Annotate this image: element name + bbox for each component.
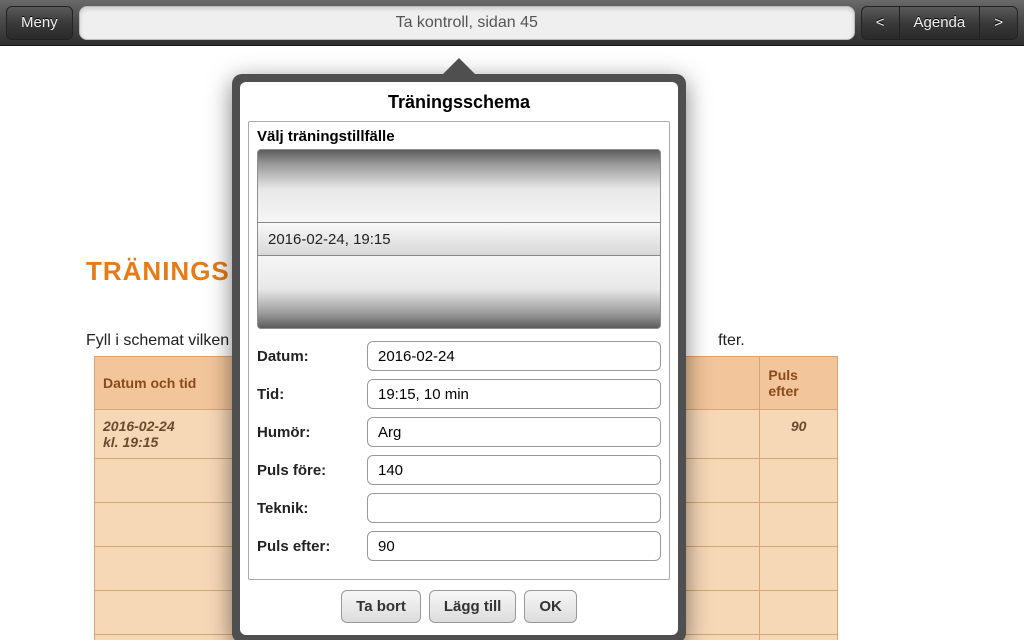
page-content: TRÄNINGS Fyll i schemat vilken fter. Dat… bbox=[0, 46, 1024, 640]
desc-right: fter. bbox=[718, 332, 745, 349]
pulsfore-input[interactable] bbox=[367, 455, 661, 485]
agenda-button[interactable]: Agenda bbox=[899, 6, 980, 40]
desc-left: Fyll i schemat vilken bbox=[86, 332, 229, 349]
teknik-input[interactable] bbox=[367, 493, 661, 523]
teknik-label: Teknik: bbox=[257, 500, 357, 517]
next-button[interactable]: > bbox=[979, 6, 1018, 40]
nav-button-group: < Agenda > bbox=[861, 6, 1018, 40]
pulsefter-input[interactable] bbox=[367, 531, 661, 561]
cell-time: kl. 19:15 bbox=[103, 434, 158, 450]
col-puls-efter: Puls efter bbox=[760, 357, 838, 410]
humor-input[interactable] bbox=[367, 417, 661, 447]
ok-button[interactable]: OK bbox=[524, 590, 577, 623]
popover: Träningsschema Välj träningstillfälle 20… bbox=[232, 60, 686, 640]
popover-arrow-icon bbox=[441, 58, 477, 76]
modal-title: Träningsschema bbox=[248, 92, 670, 113]
picker-label: Välj träningstillfälle bbox=[257, 128, 661, 145]
cell-puls-efter: 90 bbox=[760, 410, 838, 459]
menu-button[interactable]: Meny bbox=[6, 6, 73, 40]
modal-panel: Välj träningstillfälle 2016-02-24, 19:15… bbox=[248, 121, 670, 580]
col-datetime: Datum och tid bbox=[95, 357, 250, 410]
top-toolbar: Meny Ta kontroll, sidan 45 < Agenda > bbox=[0, 0, 1024, 46]
delete-button[interactable]: Ta bort bbox=[341, 590, 421, 623]
prev-button[interactable]: < bbox=[861, 6, 899, 40]
session-picker[interactable]: 2016-02-24, 19:15 bbox=[257, 149, 661, 329]
cell-date: 2016-02-24 bbox=[103, 418, 175, 434]
page-heading: TRÄNINGS bbox=[86, 256, 230, 287]
tid-input[interactable] bbox=[367, 379, 661, 409]
pulsfore-label: Puls före: bbox=[257, 462, 357, 479]
modal-button-row: Ta bort Lägg till OK bbox=[248, 590, 670, 623]
humor-label: Humör: bbox=[257, 424, 357, 441]
page-title-box[interactable]: Ta kontroll, sidan 45 bbox=[79, 6, 855, 40]
datum-label: Datum: bbox=[257, 348, 357, 365]
pulsefter-label: Puls efter: bbox=[257, 538, 357, 555]
picker-selected: 2016-02-24, 19:15 bbox=[258, 222, 660, 256]
tid-label: Tid: bbox=[257, 386, 357, 403]
datum-input[interactable] bbox=[367, 341, 661, 371]
add-button[interactable]: Lägg till bbox=[429, 590, 517, 623]
cell-datetime: 2016-02-24 kl. 19:15 bbox=[95, 410, 250, 459]
